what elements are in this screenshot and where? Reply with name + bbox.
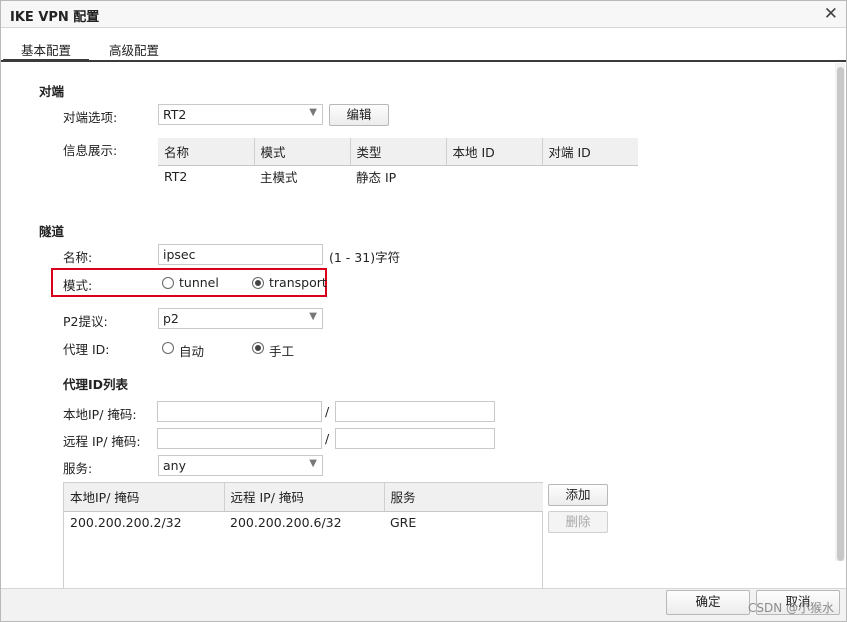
peer-info-table: 名称 模式 类型 本地 ID 对端 ID RT2 主模式 静态 IP bbox=[158, 138, 638, 187]
service-value: any bbox=[163, 458, 186, 473]
slash-separator: / bbox=[325, 404, 330, 419]
column-header: 名称 bbox=[158, 138, 255, 166]
proxy-id-auto-radio[interactable] bbox=[162, 342, 174, 354]
watermark-text: CSDN @小猴水 bbox=[747, 601, 834, 615]
table-cell: RT2 bbox=[164, 168, 188, 184]
slash-separator: / bbox=[325, 431, 330, 446]
proxy-id-label: 代理 ID: bbox=[63, 342, 110, 357]
table-cell bbox=[542, 165, 638, 187]
mode-transport-label: transport bbox=[269, 275, 327, 290]
mode-tunnel-label: tunnel bbox=[179, 275, 219, 290]
close-icon[interactable]: ✕ bbox=[824, 4, 838, 24]
chevron-down-icon: ▼ bbox=[309, 311, 317, 322]
tunnel-section-heading: 隧道 bbox=[39, 224, 65, 239]
table-cell: GRE bbox=[390, 514, 417, 530]
peer-option-value: RT2 bbox=[163, 107, 187, 122]
chevron-down-icon: ▼ bbox=[309, 107, 317, 118]
proxy-id-manual-label: 手工 bbox=[269, 344, 295, 359]
column-header: 远程 IP/ 掩码 bbox=[224, 483, 385, 512]
service-select[interactable]: any ▼ bbox=[158, 455, 323, 476]
add-proxy-button[interactable]: 添加 bbox=[548, 484, 608, 506]
tunnel-name-input[interactable]: ipsec bbox=[158, 244, 323, 265]
title-bar: IKE VPN 配置 ✕ bbox=[1, 1, 846, 28]
mode-label: 模式: bbox=[63, 278, 93, 293]
remote-ip-input[interactable] bbox=[157, 428, 322, 449]
dialog-title: IKE VPN 配置 bbox=[10, 10, 100, 25]
ok-button[interactable]: 确定 bbox=[666, 590, 750, 615]
local-ip-input[interactable] bbox=[157, 401, 322, 422]
local-ip-mask-label: 本地IP/ 掩码: bbox=[63, 407, 137, 422]
edit-peer-button[interactable]: 编辑 bbox=[329, 104, 389, 126]
table-cell: 静态 IP bbox=[356, 169, 397, 185]
table-cell bbox=[446, 165, 542, 187]
column-header: 类型 bbox=[350, 138, 447, 166]
p2-proposal-value: p2 bbox=[163, 311, 179, 326]
column-header: 对端 ID bbox=[542, 138, 638, 166]
p2-proposal-select[interactable]: p2 ▼ bbox=[158, 308, 323, 329]
tab-basic-config[interactable]: 基本配置 bbox=[21, 40, 71, 59]
chevron-down-icon: ▼ bbox=[309, 458, 317, 469]
tunnel-name-label: 名称: bbox=[63, 250, 93, 265]
local-mask-input[interactable] bbox=[335, 401, 495, 422]
peer-section-heading: 对端 bbox=[39, 84, 65, 99]
tab-advanced-config[interactable]: 高级配置 bbox=[109, 40, 159, 59]
column-header: 本地 ID bbox=[446, 138, 543, 166]
mode-transport-radio[interactable] bbox=[252, 277, 264, 289]
table-cell: 主模式 bbox=[260, 169, 298, 185]
mode-tunnel-radio[interactable] bbox=[162, 277, 174, 289]
proxy-id-list: 本地IP/ 掩码 远程 IP/ 掩码 服务 200.200.200.2/32 2… bbox=[63, 482, 543, 588]
delete-proxy-button[interactable]: 删除 bbox=[548, 511, 608, 533]
scrollbar-thumb[interactable] bbox=[837, 67, 844, 561]
column-header: 本地IP/ 掩码 bbox=[64, 483, 225, 512]
ike-vpn-dialog: IKE VPN 配置 ✕ 基本配置 高级配置 对端 对端选项: RT2 ▼ 编辑… bbox=[0, 0, 847, 622]
remote-mask-input[interactable] bbox=[335, 428, 495, 449]
proxy-id-table: 本地IP/ 掩码 远程 IP/ 掩码 服务 200.200.200.2/32 2… bbox=[64, 483, 543, 533]
active-tab-indicator bbox=[3, 59, 89, 62]
table-cell: 200.200.200.2/32 bbox=[70, 514, 182, 530]
p2-proposal-label: P2提议: bbox=[63, 314, 108, 329]
remote-ip-mask-label: 远程 IP/ 掩码: bbox=[63, 434, 141, 449]
table-row[interactable]: RT2 主模式 静态 IP bbox=[158, 165, 638, 187]
peer-option-select[interactable]: RT2 ▼ bbox=[158, 104, 323, 125]
tunnel-name-hint: (1 - 31)字符 bbox=[329, 250, 401, 265]
proxy-id-list-heading: 代理ID列表 bbox=[63, 377, 129, 392]
column-header: 模式 bbox=[254, 138, 351, 166]
proxy-id-manual-radio[interactable] bbox=[252, 342, 264, 354]
table-row[interactable]: 200.200.200.2/32 200.200.200.6/32 GRE bbox=[64, 511, 543, 533]
service-label: 服务: bbox=[63, 461, 93, 476]
tab-bar: 基本配置 高级配置 bbox=[1, 28, 846, 62]
table-cell: 200.200.200.6/32 bbox=[230, 514, 342, 530]
info-display-label: 信息展示: bbox=[63, 143, 118, 158]
peer-option-label: 对端选项: bbox=[63, 110, 118, 125]
column-header: 服务 bbox=[384, 483, 543, 512]
proxy-id-auto-label: 自动 bbox=[179, 344, 205, 359]
